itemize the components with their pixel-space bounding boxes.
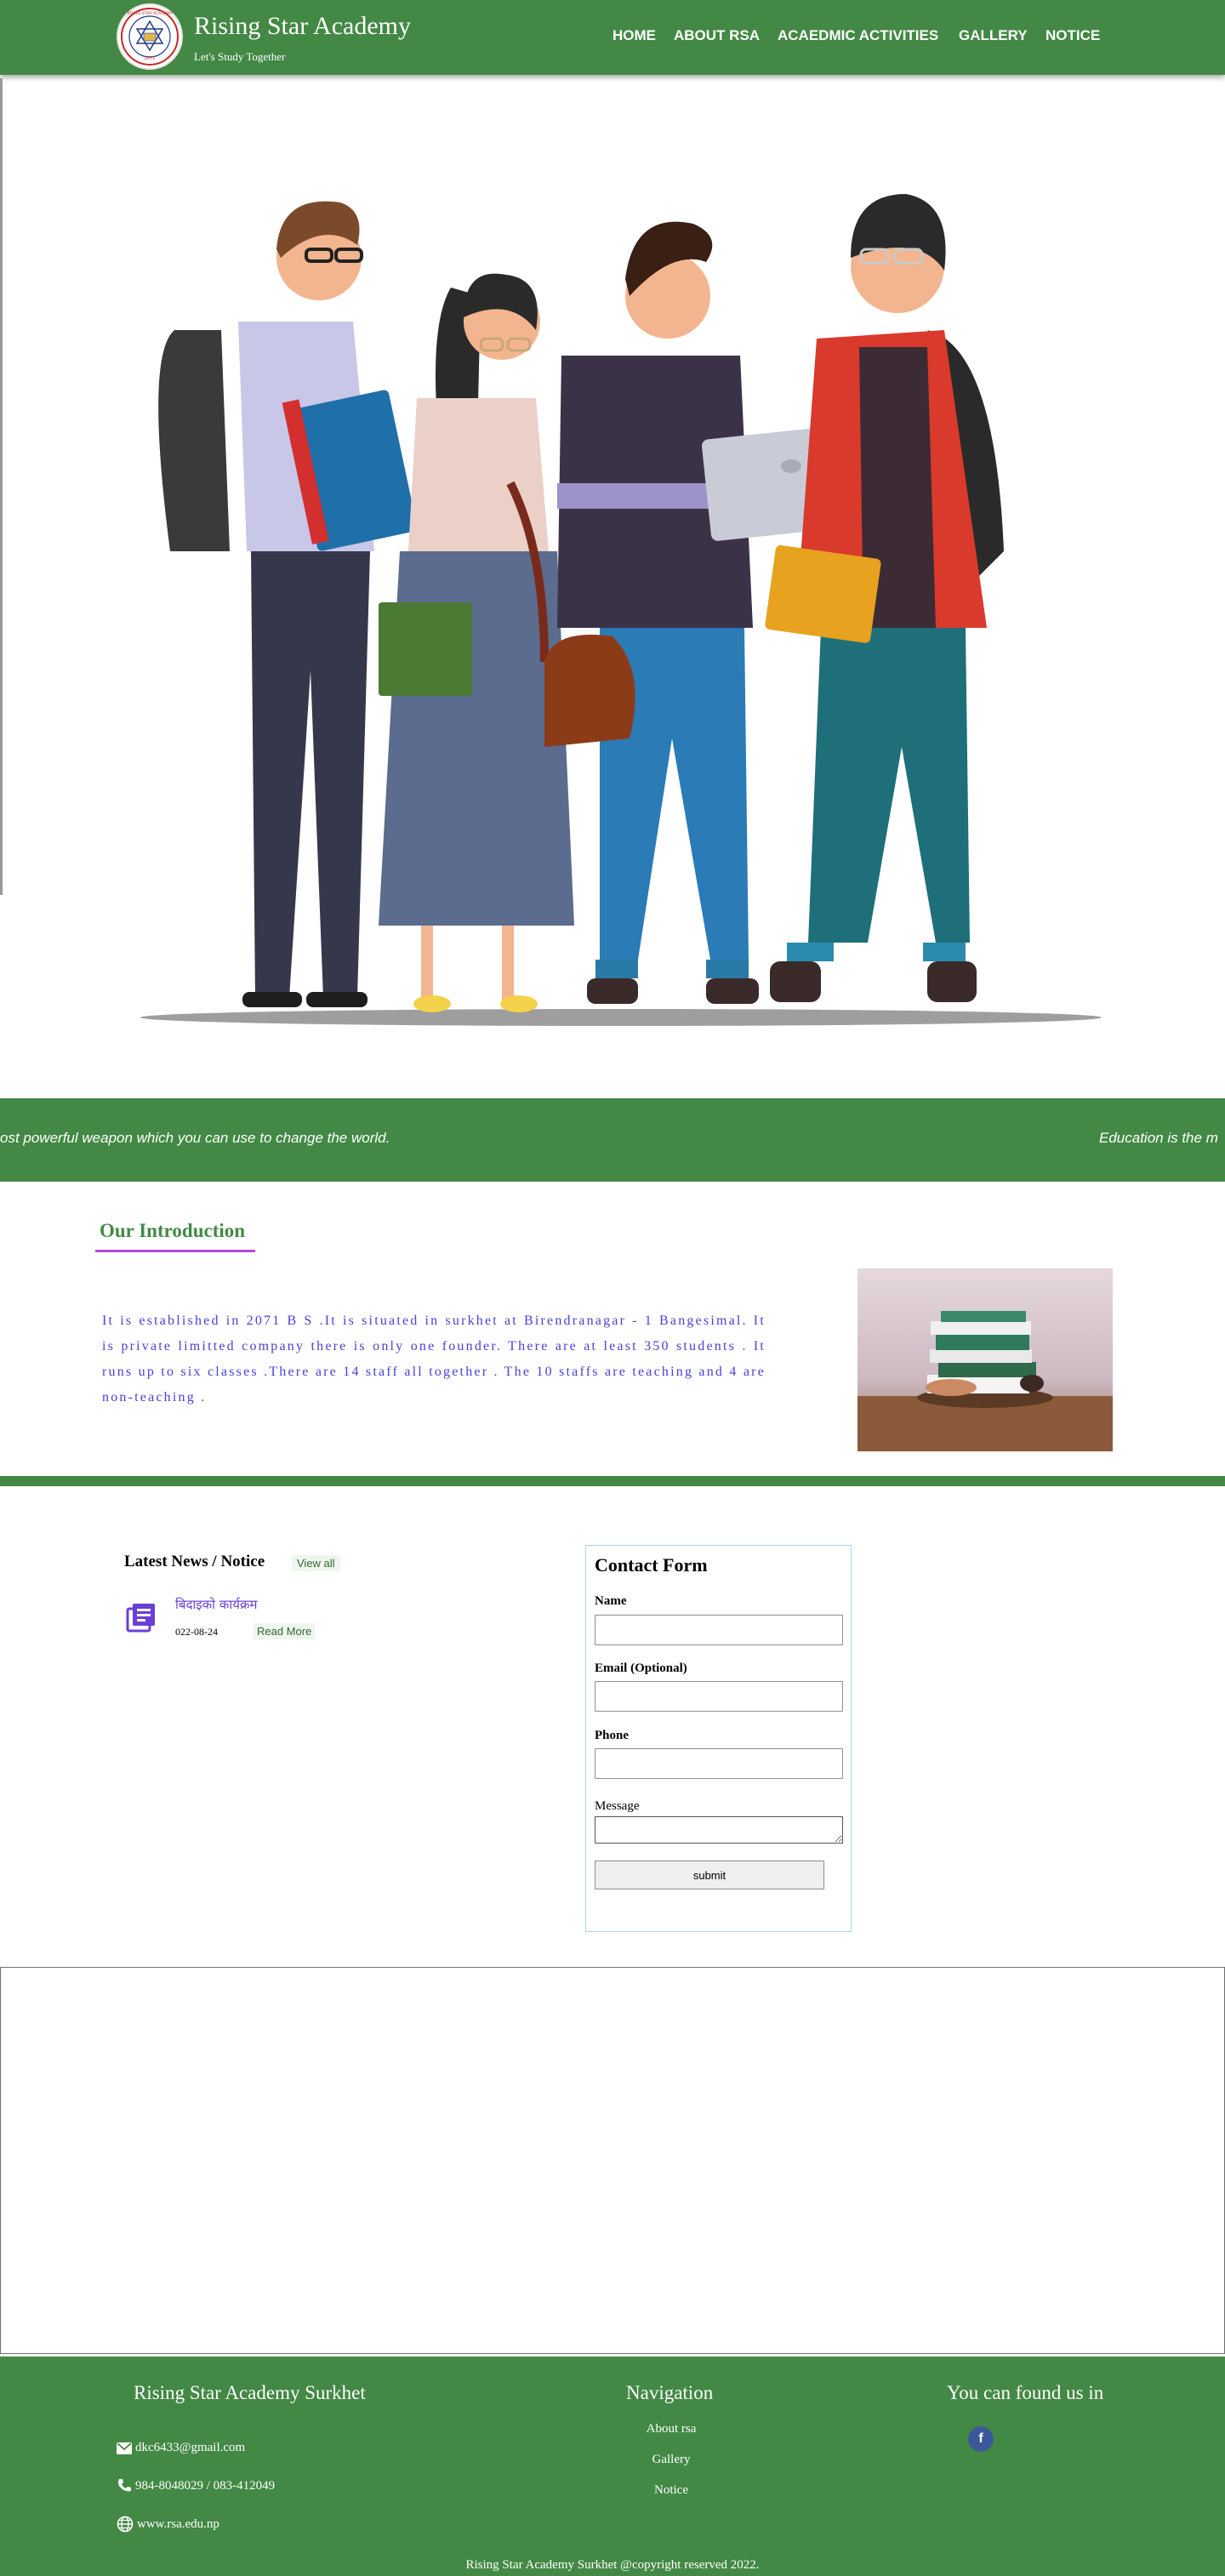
news-item-title[interactable]: बिदाइको कार्यक्रम [175, 1596, 257, 1613]
marquee-text-1: ost powerful weapon which you can use to… [0, 1130, 390, 1146]
footer-nav-heading: Navigation [626, 2382, 714, 2403]
marquee-text-2: Education is the m [1099, 1130, 1218, 1146]
hero-illustration [0, 75, 1225, 1096]
intro-heading-underline [95, 1250, 255, 1252]
footer-social-heading: You can found us in [947, 2382, 1104, 2403]
map-embed[interactable] [0, 1967, 1225, 2354]
message-label: Message [595, 1799, 640, 1813]
main-nav: HOME ABOUT RSA ACAEDMIC ACTIVITIES GALLE… [0, 27, 1225, 48]
email-input[interactable] [595, 1681, 843, 1712]
globe-icon [117, 2516, 134, 2533]
footer-phone-text: 984-8048029 / 083-412049 [135, 2478, 276, 2493]
view-all-link[interactable]: View all [292, 1555, 340, 1571]
nav-home[interactable]: HOME [612, 27, 656, 44]
contact-form-title: Contact Form [595, 1554, 708, 1576]
footer-nav-notice[interactable]: Notice [620, 2483, 722, 2498]
footer-school-heading: Rising Star Academy Surkhet [134, 2382, 366, 2403]
footer-website: www.rsa.edu.np [117, 2516, 219, 2533]
svg-text:RISING STAR ACADEMY: RISING STAR ACADEMY [127, 11, 172, 16]
footer-copyright: Rising Star Academy Surkhet @copyright r… [465, 2558, 760, 2572]
footer-nav-about[interactable]: About rsa [620, 2422, 722, 2436]
students-illustration [140, 194, 1102, 1026]
site-tagline: Let's Study Together [194, 50, 286, 63]
site-footer: Rising Star Academy Surkhet dkc6433@gmai… [0, 2357, 1225, 2576]
name-input[interactable] [595, 1615, 843, 1645]
books-photo [858, 1268, 1113, 1451]
news-item-date: 022-08-24 [175, 1626, 218, 1638]
footer-website-text[interactable]: www.rsa.edu.np [137, 2517, 219, 2532]
nav-gallery[interactable]: GALLERY [959, 27, 1028, 44]
footer-nav-gallery[interactable]: Gallery [620, 2453, 722, 2467]
read-more-link[interactable]: Read More [254, 1623, 316, 1639]
message-textarea[interactable] [595, 1816, 843, 1844]
news-article-icon [126, 1602, 157, 1633]
student-2-figure [379, 273, 574, 1012]
svg-text:2071: 2071 [145, 56, 156, 61]
intro-image-books [858, 1268, 1113, 1451]
facebook-icon[interactable]: f [968, 2426, 994, 2452]
student-4-figure [765, 194, 1004, 1002]
nav-about-rsa[interactable]: ABOUT RSA [674, 27, 760, 44]
email-label: Email (Optional) [595, 1661, 687, 1675]
email-icon [117, 2442, 132, 2454]
name-label: Name [595, 1594, 627, 1608]
phone-icon [118, 2479, 131, 2492]
nav-academic-activities[interactable]: ACAEDMIC ACTIVITIES [778, 27, 938, 44]
phone-input[interactable] [595, 1748, 843, 1779]
footer-phone: 984-8048029 / 083-412049 [117, 2478, 275, 2493]
nav-notice[interactable]: NOTICE [1046, 27, 1100, 44]
footer-email-text[interactable]: dkc6433@gmail.com [135, 2441, 245, 2455]
news-title: Latest News / Notice [124, 1553, 265, 1570]
intro-heading: Our Introduction [100, 1220, 246, 1241]
section-divider [0, 1476, 1225, 1486]
submit-button[interactable]: submit [595, 1861, 824, 1889]
site-header: 2071 RISING STAR ACADEMY Rising Star Aca… [0, 0, 1225, 75]
intro-text: It is established in 2071 B S .It is sit… [102, 1314, 766, 1405]
footer-email: dkc6433@gmail.com [117, 2441, 245, 2455]
quote-marquee: ost powerful weapon which you can use to… [0, 1098, 1225, 1182]
phone-label: Phone [595, 1729, 630, 1742]
